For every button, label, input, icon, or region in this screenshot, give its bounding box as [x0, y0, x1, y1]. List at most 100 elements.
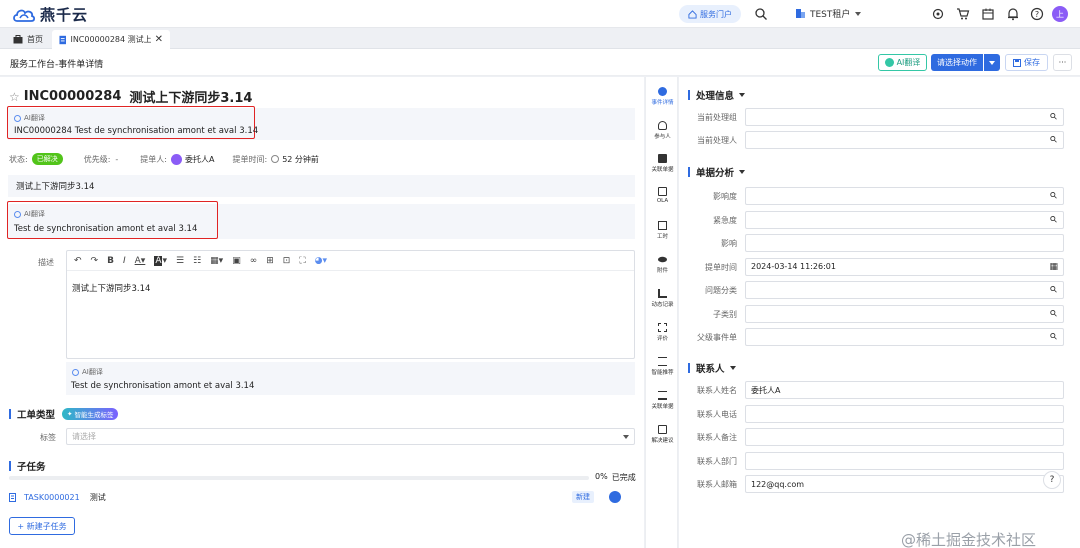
field-input[interactable]: [745, 404, 1064, 423]
service-portal-label: 服务门户: [700, 9, 732, 19]
field-input[interactable]: [745, 451, 1064, 470]
calendar-icon[interactable]: [981, 7, 995, 21]
floating-help-icon[interactable]: ?: [1043, 471, 1061, 489]
fullscreen-icon[interactable]: ⛶: [299, 256, 305, 266]
rail-item-related-tickets-2[interactable]: 关联单据: [646, 391, 679, 410]
field-input[interactable]: ⚲: [745, 281, 1064, 299]
attachment-icon[interactable]: ⊞: [266, 256, 274, 266]
rail-item-event-detail[interactable]: 事件详情: [646, 87, 679, 106]
more-button[interactable]: ···: [1053, 54, 1072, 71]
search-icon[interactable]: [754, 7, 768, 21]
progress-suffix: 已完成: [611, 473, 636, 482]
rail-item-smart-recommend[interactable]: 智能推荐: [646, 357, 679, 376]
close-icon[interactable]: ✕: [155, 34, 163, 45]
tab-ticket[interactable]: INC00000284 测试上 ✕: [52, 30, 170, 49]
rail-item-attachments[interactable]: 附件: [646, 255, 679, 274]
ai-icon: [884, 58, 894, 67]
tab-home[interactable]: 首页: [6, 30, 50, 49]
ticket-number: INC00000284: [23, 89, 122, 104]
action-dropdown-button[interactable]: [984, 54, 1000, 71]
summary-translation-highlight: AI翻译 Test de synchronisation amont et av…: [7, 201, 218, 239]
rail-item-solution-suggest[interactable]: 解决建议: [646, 425, 679, 444]
rail-item-participants[interactable]: 参与人: [646, 121, 679, 140]
add-subtask-button[interactable]: + 新建子任务: [9, 517, 75, 535]
field-label: 联系人电话: [697, 409, 737, 419]
rail-item-work-hours[interactable]: 工时: [646, 221, 679, 240]
image-icon[interactable]: ▣: [232, 256, 241, 266]
rail-item-related-tickets[interactable]: 关联单据: [646, 154, 679, 173]
service-portal-button[interactable]: 服务门户: [679, 5, 741, 23]
description-editor[interactable]: ↶ ↷ B I A▾ A ▾ ☰ ☷ ▦▾ ▣ ∞ ⊞ ⊡ ⛶ ◕▾ 测试上下游同…: [66, 250, 635, 359]
search-icon[interactable]: ⚲: [1049, 331, 1061, 343]
rail-item-ola[interactable]: OLA: [646, 187, 679, 204]
bullet-list-icon[interactable]: ☰: [176, 256, 184, 266]
section-marker: [9, 461, 11, 471]
submitter-value[interactable]: 委托人A: [185, 154, 214, 165]
ai-translate-button[interactable]: AI翻译: [878, 54, 927, 71]
field-input[interactable]: ⚲: [745, 187, 1064, 205]
tab-home-label: 首页: [27, 35, 43, 44]
task-doc-icon: [9, 492, 16, 502]
tenant-switcher[interactable]: TEST租户: [795, 7, 862, 20]
field-input[interactable]: ⚲: [745, 328, 1064, 346]
search-icon[interactable]: ⚲: [1049, 308, 1061, 320]
field-input[interactable]: [745, 234, 1064, 252]
save-button[interactable]: 保存: [1005, 54, 1048, 71]
field-input[interactable]: 委托人A: [745, 381, 1064, 399]
link-icon[interactable]: ∞: [250, 256, 258, 266]
settings-icon[interactable]: [931, 7, 945, 21]
numbered-list-icon[interactable]: ☷: [193, 256, 201, 266]
redo-icon[interactable]: ↷: [91, 256, 99, 266]
bell-icon[interactable]: [1006, 7, 1020, 21]
field-input[interactable]: 122@qq.com: [745, 475, 1064, 493]
star-icon[interactable]: ☆: [9, 90, 20, 104]
subtask-row[interactable]: TASK0000021 测试 新建: [9, 488, 635, 506]
highlight-icon[interactable]: A ▾: [154, 255, 167, 266]
undo-icon[interactable]: ↶: [74, 256, 82, 266]
smart-tag-button[interactable]: ✦ 智能生成标签: [62, 408, 119, 420]
status-label: 状态:: [9, 154, 28, 164]
search-icon[interactable]: ⚲: [1049, 284, 1061, 296]
italic-icon[interactable]: I: [123, 256, 126, 266]
subtask-number[interactable]: TASK0000021: [24, 493, 80, 502]
field-input[interactable]: ⚲: [745, 210, 1064, 229]
field-label: 联系人部门: [697, 456, 737, 466]
search-icon[interactable]: ⚲: [1049, 111, 1061, 123]
contact-section[interactable]: 联系人: [688, 361, 736, 375]
user-avatar[interactable]: 上: [1052, 6, 1068, 22]
action-select-button[interactable]: 请选择动作: [931, 54, 983, 71]
search-list-icon: [658, 357, 667, 366]
field-input[interactable]: ⚲: [745, 108, 1064, 126]
rail-item-activity[interactable]: 动态记录: [646, 289, 679, 308]
field-input[interactable]: ⚲: [745, 131, 1064, 149]
table-icon[interactable]: ▦▾: [210, 256, 223, 266]
rail-label: 解决建议: [651, 438, 674, 444]
field-input[interactable]: 2024-03-14 11:26:01 ▦: [745, 257, 1064, 276]
ticket-title: 测试上下游同步3.14: [129, 91, 253, 106]
tag-select[interactable]: 请选择: [66, 428, 635, 445]
rail-label: 关联单据: [651, 404, 674, 410]
search-icon[interactable]: ⚲: [1049, 214, 1061, 226]
side-rail: 事件详情 参与人 关联单据 OLA 工时 附件 动态记录 评价 智能推荐 关联单…: [645, 77, 678, 548]
subtask-progress-text: 0% 已完成: [595, 472, 636, 483]
ai-translate-icon: [14, 114, 21, 122]
field-label: 联系人姓名: [697, 386, 737, 395]
rail-item-evaluation[interactable]: 评价: [646, 323, 679, 342]
analysis-section[interactable]: 单据分析: [688, 165, 746, 179]
search-icon[interactable]: ⚲: [1049, 190, 1061, 202]
search-icon[interactable]: ⚲: [1049, 134, 1061, 146]
brand-logo[interactable]: 燕千云: [12, 4, 88, 25]
cart-icon[interactable]: [956, 7, 970, 21]
code-icon[interactable]: ⊡: [283, 256, 291, 266]
calendar-icon[interactable]: ▦: [1049, 262, 1058, 272]
rail-label: 事件详情: [651, 100, 674, 106]
font-color-icon[interactable]: A▾: [135, 256, 146, 266]
field-input[interactable]: [745, 428, 1064, 446]
ai-assistant-icon[interactable]: ◕▾: [315, 256, 327, 266]
bold-icon[interactable]: B: [107, 256, 114, 266]
processing-section[interactable]: 处理信息: [688, 88, 746, 102]
rail-label: 工时: [656, 234, 668, 240]
help-icon[interactable]: ?: [1030, 7, 1044, 21]
clock-icon: [271, 155, 280, 163]
field-input[interactable]: ⚲: [745, 304, 1064, 323]
